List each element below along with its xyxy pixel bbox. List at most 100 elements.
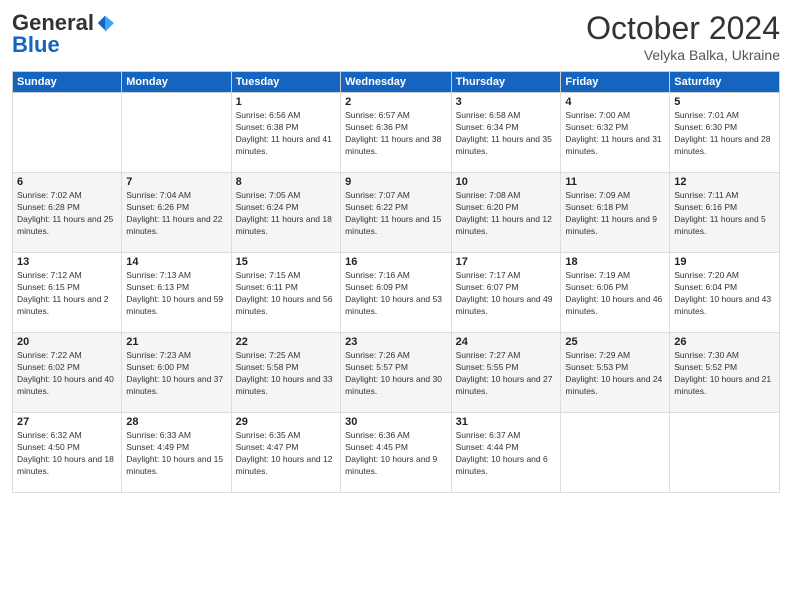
day-number: 7 xyxy=(126,176,226,188)
day-number: 1 xyxy=(236,96,336,108)
day-number: 8 xyxy=(236,176,336,188)
day-info: Sunrise: 7:15 AMSunset: 6:11 PMDaylight:… xyxy=(236,270,336,318)
title-section: October 2024 Velyka Balka, Ukraine xyxy=(586,10,780,63)
weekday-friday: Friday xyxy=(561,72,670,93)
logo-blue-text: Blue xyxy=(12,32,60,58)
day-number: 6 xyxy=(17,176,117,188)
day-number: 18 xyxy=(565,256,665,268)
week-row-3: 13Sunrise: 7:12 AMSunset: 6:15 PMDayligh… xyxy=(13,253,780,333)
day-number: 17 xyxy=(456,256,557,268)
day-cell: 19 Sunrise: 7:20 AMSunset: 6:04 PMDayligh… xyxy=(670,253,780,333)
day-cell: 5 Sunrise: 7:01 AMSunset: 6:30 PMDaylight… xyxy=(670,93,780,173)
weekday-wednesday: Wednesday xyxy=(341,72,451,93)
week-row-2: 6 Sunrise: 7:02 AMSunset: 6:28 PMDaylight… xyxy=(13,173,780,253)
header: General Blue October 2024 Velyka Balka, … xyxy=(12,10,780,63)
day-cell: 2Sunrise: 6:57 AMSunset: 6:36 PMDaylight… xyxy=(341,93,451,173)
day-number: 23 xyxy=(345,336,446,348)
day-number: 10 xyxy=(456,176,557,188)
day-number: 5 xyxy=(674,96,775,108)
day-info: Sunrise: 7:23 AMSunset: 6:00 PMDaylight:… xyxy=(126,350,226,398)
day-info: Sunrise: 7:02 AMSunset: 6:28 PMDaylight:… xyxy=(17,190,117,238)
day-number: 12 xyxy=(674,176,775,188)
weekday-header-row: SundayMondayTuesdayWednesdayThursdayFrid… xyxy=(13,72,780,93)
day-cell: 4 Sunrise: 7:00 AMSunset: 6:32 PMDaylight… xyxy=(561,93,670,173)
page: General Blue October 2024 Velyka Balka, … xyxy=(0,0,792,612)
day-cell xyxy=(122,93,231,173)
day-info: Sunrise: 6:57 AMSunset: 6:36 PMDaylight:… xyxy=(345,110,446,158)
day-cell: 21 Sunrise: 7:23 AMSunset: 6:00 PMDayligh… xyxy=(122,333,231,413)
day-number: 24 xyxy=(456,336,557,348)
day-cell: 29Sunrise: 6:35 AMSunset: 4:47 PMDayligh… xyxy=(231,413,340,493)
day-cell: 22Sunrise: 7:25 AMSunset: 5:58 PMDayligh… xyxy=(231,333,340,413)
day-info: Sunrise: 7:19 AMSunset: 6:06 PMDaylight:… xyxy=(565,270,665,318)
day-cell: 31 Sunrise: 6:37 AMSunset: 4:44 PMDayligh… xyxy=(451,413,561,493)
day-info: Sunrise: 7:22 AMSunset: 6:02 PMDaylight:… xyxy=(17,350,117,398)
day-info: Sunrise: 6:33 AMSunset: 4:49 PMDaylight:… xyxy=(126,430,226,478)
day-cell: 1 Sunrise: 6:56 AMSunset: 6:38 PMDaylight… xyxy=(231,93,340,173)
day-number: 9 xyxy=(345,176,446,188)
day-info: Sunrise: 7:00 AMSunset: 6:32 PMDaylight:… xyxy=(565,110,665,158)
day-info: Sunrise: 7:20 AMSunset: 6:04 PMDaylight:… xyxy=(674,270,775,318)
day-cell: 12 Sunrise: 7:11 AMSunset: 6:16 PMDayligh… xyxy=(670,173,780,253)
day-number: 11 xyxy=(565,176,665,188)
weekday-sunday: Sunday xyxy=(13,72,122,93)
day-info: Sunrise: 7:07 AMSunset: 6:22 PMDaylight:… xyxy=(345,190,446,238)
day-info: Sunrise: 7:25 AMSunset: 5:58 PMDaylight:… xyxy=(236,350,336,398)
day-info: Sunrise: 7:01 AMSunset: 6:30 PMDaylight:… xyxy=(674,110,775,158)
day-info: Sunrise: 7:05 AMSunset: 6:24 PMDaylight:… xyxy=(236,190,336,238)
calendar-table: SundayMondayTuesdayWednesdayThursdayFrid… xyxy=(12,71,780,493)
day-cell: 27 Sunrise: 6:32 AMSunset: 4:50 PMDayligh… xyxy=(13,413,122,493)
day-cell: 3Sunrise: 6:58 AMSunset: 6:34 PMDaylight… xyxy=(451,93,561,173)
day-info: Sunrise: 6:58 AMSunset: 6:34 PMDaylight:… xyxy=(456,110,557,158)
day-number: 27 xyxy=(17,416,117,428)
day-cell: 10 Sunrise: 7:08 AMSunset: 6:20 PMDayligh… xyxy=(451,173,561,253)
day-cell: 9 Sunrise: 7:07 AMSunset: 6:22 PMDaylight… xyxy=(341,173,451,253)
day-info: Sunrise: 6:56 AMSunset: 6:38 PMDaylight:… xyxy=(236,110,336,158)
logo-icon xyxy=(96,14,114,32)
month-title: October 2024 xyxy=(586,10,780,47)
day-info: Sunrise: 7:08 AMSunset: 6:20 PMDaylight:… xyxy=(456,190,557,238)
day-info: Sunrise: 7:27 AMSunset: 5:55 PMDaylight:… xyxy=(456,350,557,398)
weekday-thursday: Thursday xyxy=(451,72,561,93)
day-number: 14 xyxy=(126,256,226,268)
day-info: Sunrise: 6:36 AMSunset: 4:45 PMDaylight:… xyxy=(345,430,446,478)
day-info: Sunrise: 7:09 AMSunset: 6:18 PMDaylight:… xyxy=(565,190,665,238)
day-cell: 11 Sunrise: 7:09 AMSunset: 6:18 PMDayligh… xyxy=(561,173,670,253)
day-info: Sunrise: 7:13 AMSunset: 6:13 PMDaylight:… xyxy=(126,270,226,318)
day-cell xyxy=(561,413,670,493)
day-number: 19 xyxy=(674,256,775,268)
location-subtitle: Velyka Balka, Ukraine xyxy=(586,47,780,63)
day-cell: 23 Sunrise: 7:26 AMSunset: 5:57 PMDayligh… xyxy=(341,333,451,413)
day-cell xyxy=(670,413,780,493)
day-cell: 13Sunrise: 7:12 AMSunset: 6:15 PMDayligh… xyxy=(13,253,122,333)
day-number: 25 xyxy=(565,336,665,348)
day-number: 4 xyxy=(565,96,665,108)
day-cell: 26Sunrise: 7:30 AMSunset: 5:52 PMDayligh… xyxy=(670,333,780,413)
day-cell: 20 Sunrise: 7:22 AMSunset: 6:02 PMDayligh… xyxy=(13,333,122,413)
day-info: Sunrise: 7:29 AMSunset: 5:53 PMDaylight:… xyxy=(565,350,665,398)
day-cell: 24 Sunrise: 7:27 AMSunset: 5:55 PMDayligh… xyxy=(451,333,561,413)
day-cell: 30Sunrise: 6:36 AMSunset: 4:45 PMDayligh… xyxy=(341,413,451,493)
day-info: Sunrise: 7:11 AMSunset: 6:16 PMDaylight:… xyxy=(674,190,775,238)
day-info: Sunrise: 7:04 AMSunset: 6:26 PMDaylight:… xyxy=(126,190,226,238)
day-info: Sunrise: 7:17 AMSunset: 6:07 PMDaylight:… xyxy=(456,270,557,318)
week-row-4: 20 Sunrise: 7:22 AMSunset: 6:02 PMDayligh… xyxy=(13,333,780,413)
day-info: Sunrise: 6:32 AMSunset: 4:50 PMDaylight:… xyxy=(17,430,117,478)
day-info: Sunrise: 6:35 AMSunset: 4:47 PMDaylight:… xyxy=(236,430,336,478)
day-info: Sunrise: 7:16 AMSunset: 6:09 PMDaylight:… xyxy=(345,270,446,318)
day-info: Sunrise: 7:26 AMSunset: 5:57 PMDaylight:… xyxy=(345,350,446,398)
day-number: 21 xyxy=(126,336,226,348)
day-cell: 8 Sunrise: 7:05 AMSunset: 6:24 PMDaylight… xyxy=(231,173,340,253)
day-cell: 6 Sunrise: 7:02 AMSunset: 6:28 PMDaylight… xyxy=(13,173,122,253)
weekday-tuesday: Tuesday xyxy=(231,72,340,93)
day-number: 16 xyxy=(345,256,446,268)
day-number: 28 xyxy=(126,416,226,428)
day-number: 26 xyxy=(674,336,775,348)
weekday-monday: Monday xyxy=(122,72,231,93)
day-number: 31 xyxy=(456,416,557,428)
day-info: Sunrise: 6:37 AMSunset: 4:44 PMDaylight:… xyxy=(456,430,557,478)
day-cell: 18 Sunrise: 7:19 AMSunset: 6:06 PMDayligh… xyxy=(561,253,670,333)
day-cell: 15Sunrise: 7:15 AMSunset: 6:11 PMDayligh… xyxy=(231,253,340,333)
day-number: 20 xyxy=(17,336,117,348)
day-cell: 25 Sunrise: 7:29 AMSunset: 5:53 PMDayligh… xyxy=(561,333,670,413)
